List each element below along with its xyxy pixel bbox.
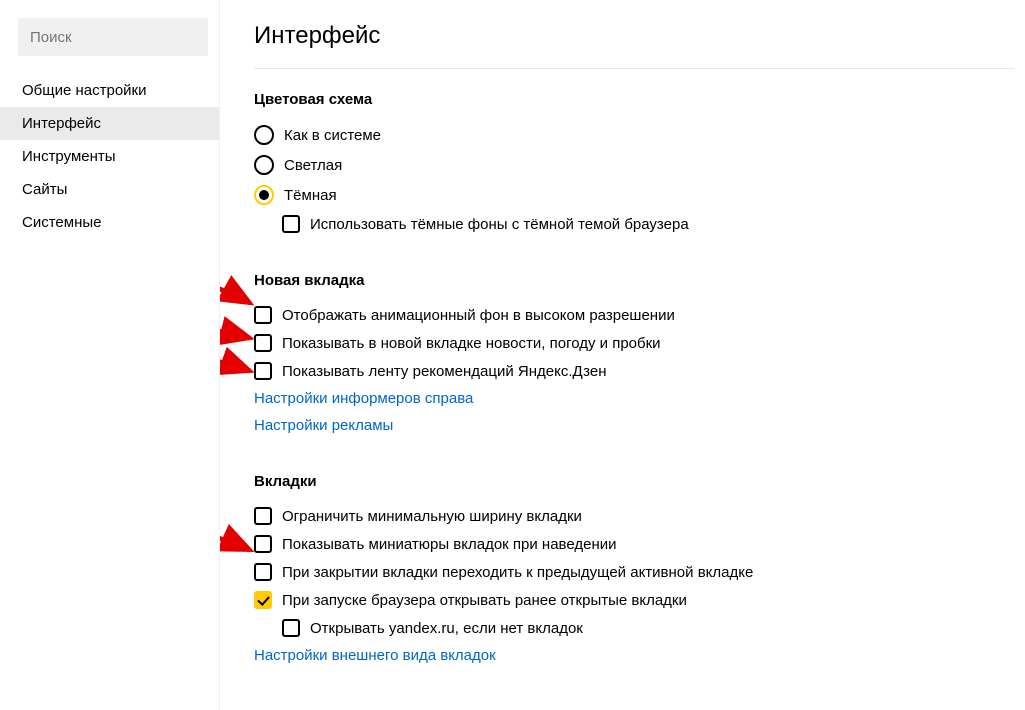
section-new-tab: Новая вкладка Отображать анимационный фо… — [254, 272, 1025, 439]
checkbox-prev-tab[interactable] — [254, 563, 272, 581]
settings-main: Интерфейс Цветовая схема Как в системе С… — [220, 0, 1025, 710]
check-row-anim-bg[interactable]: Отображать анимационный фон в высоком ра… — [254, 301, 1025, 329]
checkbox-label: Использовать тёмные фоны с тёмной темой … — [310, 216, 689, 233]
settings-nav: Общие настройки Интерфейс Инструменты Са… — [0, 74, 219, 239]
checkbox-dark-bg[interactable] — [282, 215, 300, 233]
check-row-zen[interactable]: Показывать ленту рекомендаций Яндекс.Дзе… — [254, 357, 1025, 385]
checkbox-thumbnails[interactable] — [254, 535, 272, 553]
checkbox-news[interactable] — [254, 334, 272, 352]
link-informers[interactable]: Настройки информеров справа — [254, 385, 1025, 412]
checkbox-min-width[interactable] — [254, 507, 272, 525]
checkbox-label: Показывать ленту рекомендаций Яндекс.Дзе… — [282, 363, 607, 380]
sidebar-item-tools[interactable]: Инструменты — [0, 140, 219, 173]
checkbox-label: При закрытии вкладки переходить к предыд… — [282, 564, 753, 581]
checkbox-restore-tabs[interactable] — [254, 591, 272, 609]
radio-dark[interactable] — [254, 185, 274, 205]
checkbox-label: Показывать миниатюры вкладок при наведен… — [282, 536, 617, 553]
radio-label: Светлая — [284, 157, 342, 174]
radio-row-light[interactable]: Светлая — [254, 150, 1025, 180]
check-row-min-width[interactable]: Ограничить минимальную ширину вкладки — [254, 502, 1025, 530]
sidebar-item-system[interactable]: Системные — [0, 206, 219, 239]
check-row-restore-tabs[interactable]: При запуске браузера открывать ранее отк… — [254, 586, 1025, 614]
radio-label: Тёмная — [284, 187, 337, 204]
divider — [254, 68, 1014, 69]
search-input[interactable] — [18, 18, 208, 56]
checkbox-label: При запуске браузера открывать ранее отк… — [282, 592, 687, 609]
link-ads[interactable]: Настройки рекламы — [254, 412, 1025, 439]
check-row-thumbnails[interactable]: Показывать миниатюры вкладок при наведен… — [254, 530, 1025, 558]
checkbox-label: Открывать yandex.ru, если нет вкладок — [310, 620, 583, 637]
section-color-scheme: Цветовая схема Как в системе Светлая Тём… — [254, 91, 1025, 238]
check-row-prev-tab[interactable]: При закрытии вкладки переходить к предыд… — [254, 558, 1025, 586]
sidebar-item-sites[interactable]: Сайты — [0, 173, 219, 206]
checkbox-open-yandex[interactable] — [282, 619, 300, 637]
checkbox-label: Показывать в новой вкладке новости, пого… — [282, 335, 661, 352]
check-row-news[interactable]: Показывать в новой вкладке новости, пого… — [254, 329, 1025, 357]
check-row-dark-bg[interactable]: Использовать тёмные фоны с тёмной темой … — [254, 210, 1025, 238]
checkbox-label: Отображать анимационный фон в высоком ра… — [282, 307, 675, 324]
checkbox-zen[interactable] — [254, 362, 272, 380]
section-title-color-scheme: Цветовая схема — [254, 91, 1025, 108]
sidebar-item-general[interactable]: Общие настройки — [0, 74, 219, 107]
radio-light[interactable] — [254, 155, 274, 175]
section-title-tabs: Вкладки — [254, 473, 1025, 490]
checkbox-label: Ограничить минимальную ширину вкладки — [282, 508, 582, 525]
settings-sidebar: Общие настройки Интерфейс Инструменты Са… — [0, 0, 220, 710]
sidebar-item-interface[interactable]: Интерфейс — [0, 107, 219, 140]
radio-system[interactable] — [254, 125, 274, 145]
radio-label: Как в системе — [284, 127, 381, 144]
radio-row-system[interactable]: Как в системе — [254, 120, 1025, 150]
section-tabs: Вкладки Ограничить минимальную ширину вк… — [254, 473, 1025, 669]
section-title-new-tab: Новая вкладка — [254, 272, 1025, 289]
radio-row-dark[interactable]: Тёмная — [254, 180, 1025, 210]
checkbox-anim-bg[interactable] — [254, 306, 272, 324]
link-tab-appearance[interactable]: Настройки внешнего вида вкладок — [254, 642, 1025, 669]
check-row-open-yandex[interactable]: Открывать yandex.ru, если нет вкладок — [254, 614, 1025, 642]
page-title: Интерфейс — [254, 22, 1025, 50]
